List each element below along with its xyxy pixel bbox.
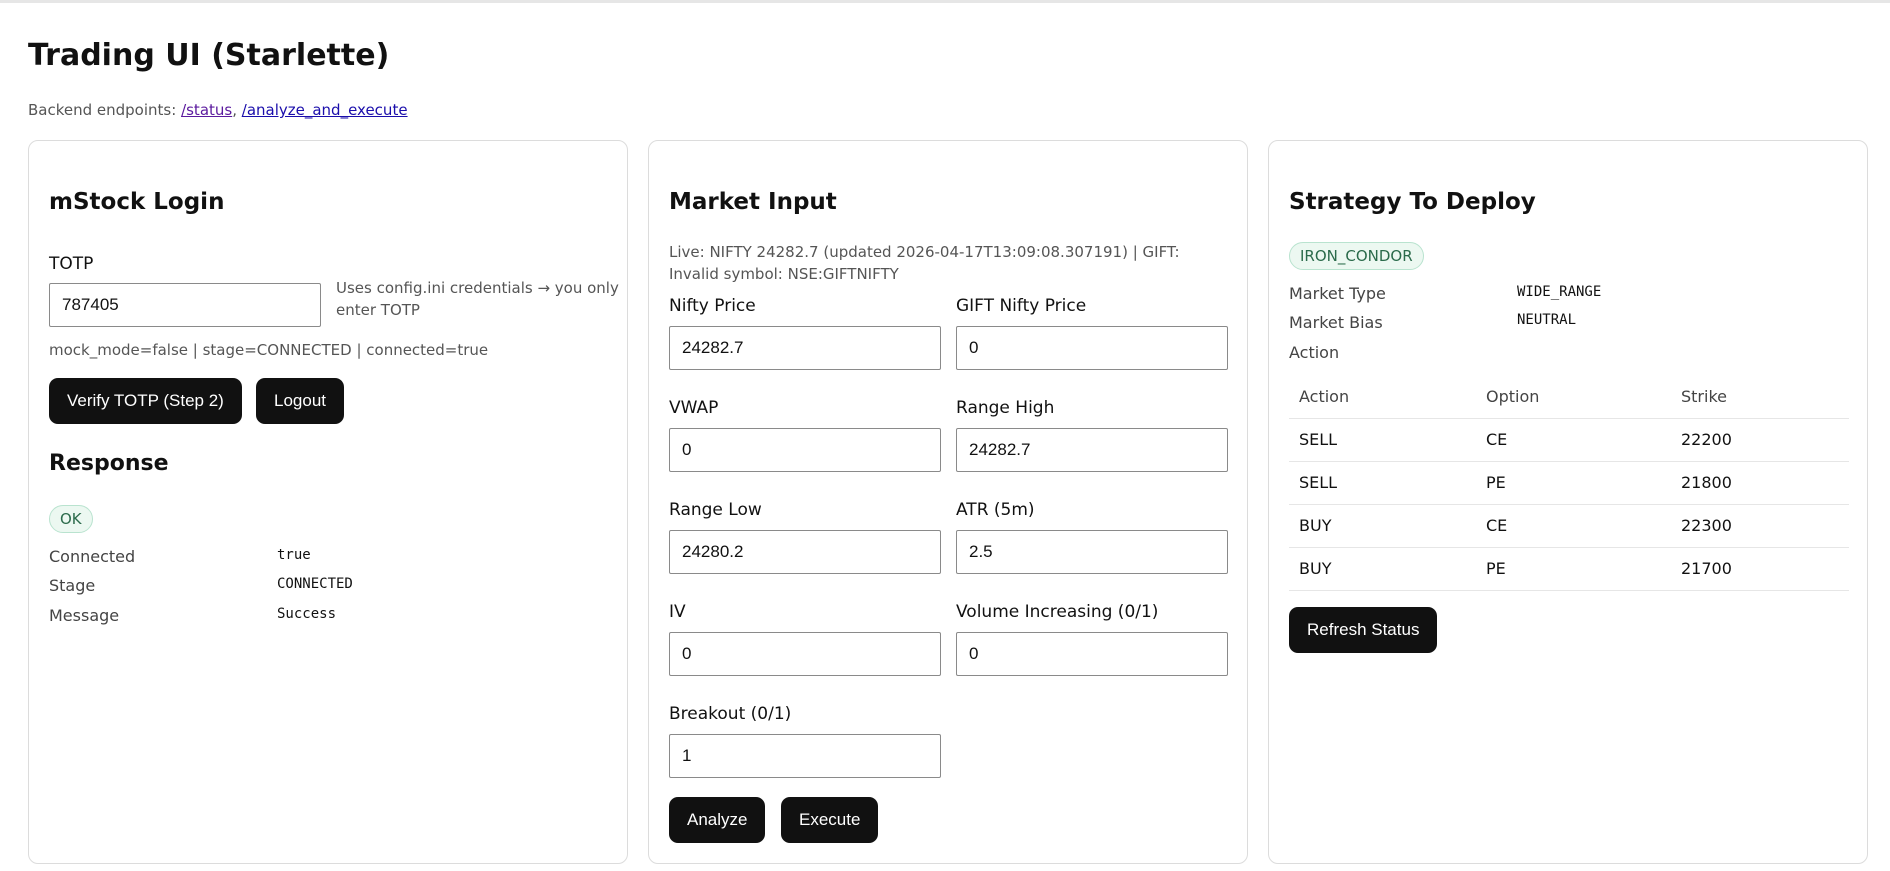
leg-strike: 21700: [1671, 547, 1849, 591]
response-title: Response: [49, 451, 169, 476]
refresh-status-button[interactable]: Refresh Status: [1289, 607, 1438, 653]
analyze-button[interactable]: Analyze: [669, 797, 766, 843]
verify-totp-button[interactable]: Verify TOTP (Step 2): [49, 378, 242, 424]
leg-strike: 22300: [1671, 504, 1849, 548]
response-key: Stage: [49, 576, 96, 595]
market-type-label: Market Type: [1289, 284, 1386, 303]
strategy-badge: IRON_CONDOR: [1289, 242, 1424, 270]
breakout-input[interactable]: [669, 734, 941, 778]
table-row: SELL PE 21800: [1289, 461, 1849, 505]
breakout-label: Breakout (0/1): [669, 704, 792, 724]
execute-button[interactable]: Execute: [781, 797, 879, 843]
leg-strike: 22200: [1671, 418, 1849, 462]
column-header-strike: Strike: [1671, 376, 1849, 419]
logout-button[interactable]: Logout: [256, 378, 344, 424]
range-high-label: Range High: [956, 398, 1055, 418]
gift-nifty-price-input[interactable]: [956, 326, 1228, 370]
strategy-card: Strategy To Deploy IRON_CONDOR Market Ty…: [1268, 140, 1868, 864]
totp-label: TOTP: [49, 254, 94, 274]
gift-nifty-price-label: GIFT Nifty Price: [956, 296, 1087, 316]
status-endpoint-link[interactable]: /status: [181, 101, 232, 119]
table-row: BUY CE 22300: [1289, 504, 1849, 548]
market-input-card: Market Input Live: NIFTY 24282.7 (update…: [648, 140, 1248, 864]
volume-increasing-input[interactable]: [956, 632, 1228, 676]
market-type-value: WIDE_RANGE: [1517, 284, 1602, 300]
backend-endpoints: Backend endpoints: /status, /analyze_and…: [28, 101, 408, 119]
totp-hint: Uses config.ini credentials → you only e…: [336, 279, 619, 319]
response-key: Message: [49, 606, 120, 625]
vwap-input[interactable]: [669, 428, 941, 472]
volume-increasing-label: Volume Increasing (0/1): [956, 602, 1159, 622]
nifty-price-input[interactable]: [669, 326, 941, 370]
totp-input[interactable]: [49, 283, 321, 327]
strategy-legs-table: Action Option Strike SELL CE 22200 SELL …: [1289, 376, 1849, 591]
top-border: [0, 0, 1890, 3]
atr-label: ATR (5m): [956, 500, 1035, 520]
iv-label: IV: [669, 602, 686, 622]
table-row: BUY PE 21700: [1289, 547, 1849, 591]
response-value: CONNECTED: [277, 576, 353, 592]
iv-input[interactable]: [669, 632, 941, 676]
market-card-title: Market Input: [669, 189, 837, 215]
live-quote-text: Live: NIFTY 24282.7 (updated 2026-04-17T…: [669, 243, 1180, 283]
leg-action: SELL: [1289, 461, 1476, 505]
page-title: Trading UI (Starlette): [28, 38, 390, 73]
login-card: mStock Login TOTP Uses config.ini creden…: [28, 140, 628, 864]
market-bias-label: Market Bias: [1289, 313, 1383, 332]
endpoints-separator: ,: [232, 101, 242, 119]
range-high-input[interactable]: [956, 428, 1228, 472]
range-low-label: Range Low: [669, 500, 762, 520]
column-header-option: Option: [1476, 376, 1671, 419]
action-label: Action: [1289, 343, 1340, 362]
market-bias-value: NEUTRAL: [1517, 312, 1577, 328]
response-value: true: [277, 547, 311, 563]
login-card-title: mStock Login: [49, 189, 225, 215]
connection-state-line: mock_mode=false | stage=CONNECTED | conn…: [49, 341, 489, 359]
endpoints-prefix: Backend endpoints:: [28, 101, 182, 119]
leg-action: BUY: [1289, 547, 1476, 591]
range-low-input[interactable]: [669, 530, 941, 574]
leg-action: SELL: [1289, 418, 1476, 462]
leg-strike: 21800: [1671, 461, 1849, 505]
column-header-action: Action: [1289, 376, 1476, 419]
response-status-badge: OK: [49, 505, 93, 533]
table-header-row: Action Option Strike: [1289, 376, 1849, 419]
atr-input[interactable]: [956, 530, 1228, 574]
leg-option: PE: [1476, 547, 1671, 591]
response-key: Connected: [49, 547, 136, 566]
leg-action: BUY: [1289, 504, 1476, 548]
response-value: Success: [277, 606, 337, 622]
nifty-price-label: Nifty Price: [669, 296, 756, 316]
analyze-endpoint-link[interactable]: /analyze_and_execute: [242, 101, 408, 119]
table-row: SELL CE 22200: [1289, 418, 1849, 462]
leg-option: CE: [1476, 504, 1671, 548]
strategy-card-title: Strategy To Deploy: [1289, 189, 1536, 215]
leg-option: CE: [1476, 418, 1671, 462]
leg-option: PE: [1476, 461, 1671, 505]
vwap-label: VWAP: [669, 398, 719, 418]
